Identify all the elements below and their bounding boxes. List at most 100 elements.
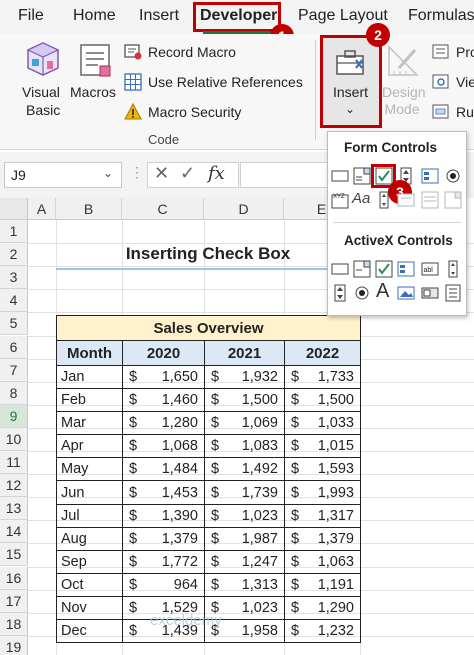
run-dialog-button[interactable]: Ru xyxy=(432,102,474,124)
activex-option-button-icon[interactable] xyxy=(353,284,371,302)
row-header-17[interactable]: 17 xyxy=(0,589,28,613)
row-header-12[interactable]: 12 xyxy=(0,474,28,498)
month-cell[interactable]: Apr xyxy=(56,434,123,459)
tab-insert[interactable]: Insert xyxy=(139,7,179,25)
sales-value-cell[interactable]: 1,313 xyxy=(226,572,285,597)
month-cell[interactable]: May xyxy=(56,457,123,482)
row-header-1[interactable]: 1 xyxy=(0,220,28,244)
activex-label-icon[interactable]: A xyxy=(376,280,389,303)
row-header-19[interactable]: 19 xyxy=(0,635,28,655)
sales-value-cell[interactable]: 1,733 xyxy=(306,364,361,390)
combo-box-control-icon[interactable] xyxy=(353,167,371,185)
row-header-13[interactable]: 13 xyxy=(0,497,28,521)
month-cell[interactable]: Feb xyxy=(56,388,123,413)
sales-value-cell[interactable]: 1,379 xyxy=(144,526,205,551)
month-cell[interactable]: Dec xyxy=(56,619,123,644)
row-header-16[interactable]: 16 xyxy=(0,566,28,590)
activex-check-box-icon[interactable] xyxy=(375,260,393,278)
row-header-18[interactable]: 18 xyxy=(0,612,28,636)
row-header-9[interactable]: 9 xyxy=(0,404,28,428)
activex-toggle-button-icon[interactable] xyxy=(421,284,439,302)
sales-value-cell[interactable]: 1,023 xyxy=(226,595,285,621)
more-controls-icon[interactable] xyxy=(444,284,462,302)
row-header-3[interactable]: 3 xyxy=(0,266,28,290)
month-cell[interactable]: Jun xyxy=(56,480,123,505)
sales-value-cell[interactable]: 1,023 xyxy=(226,503,285,528)
month-cell[interactable]: Aug xyxy=(56,526,123,551)
sales-value-cell[interactable]: 1,191 xyxy=(306,572,361,597)
label-control-icon[interactable]: Aa xyxy=(352,190,370,207)
row-header-14[interactable]: 14 xyxy=(0,520,28,544)
select-all-corner[interactable] xyxy=(0,198,28,220)
row-header-11[interactable]: 11 xyxy=(0,451,28,475)
row-header-4[interactable]: 4 xyxy=(0,289,28,313)
sales-value-cell[interactable]: 1,453 xyxy=(144,480,205,505)
row-header-15[interactable]: 15 xyxy=(0,543,28,567)
visual-basic-button[interactable]: Visual Basic xyxy=(20,40,64,120)
sales-value-cell[interactable]: 964 xyxy=(144,572,205,597)
cancel-icon[interactable]: ✕ xyxy=(154,163,169,184)
sales-value-cell[interactable]: 1,650 xyxy=(144,364,205,390)
activex-list-box-icon[interactable] xyxy=(397,260,415,278)
name-box-chevron-icon[interactable]: ⌄ xyxy=(103,166,113,180)
list-box-control-icon[interactable] xyxy=(421,167,439,185)
button-control-icon[interactable] xyxy=(331,167,349,185)
sales-value-cell[interactable]: 1,280 xyxy=(144,411,205,436)
sales-value-cell[interactable]: 1,492 xyxy=(226,457,285,482)
sales-value-cell[interactable]: 1,068 xyxy=(144,434,205,459)
row-header-8[interactable]: 8 xyxy=(0,381,28,405)
month-cell[interactable]: Oct xyxy=(56,572,123,597)
month-cell[interactable]: Nov xyxy=(56,595,123,621)
use-relative-references-button[interactable]: Use Relative References xyxy=(124,72,314,94)
sales-value-cell[interactable]: 1,500 xyxy=(226,388,285,413)
macro-security-button[interactable]: Macro Security xyxy=(124,102,264,124)
tab-formulas[interactable]: Formulas xyxy=(408,7,474,25)
tab-home[interactable]: Home xyxy=(73,7,116,25)
sales-value-cell[interactable]: 1,015 xyxy=(306,434,361,459)
activex-button-icon[interactable] xyxy=(331,260,349,278)
column-header-c[interactable]: C xyxy=(122,198,204,220)
sales-value-cell[interactable]: 1,232 xyxy=(306,619,361,644)
sales-value-cell[interactable]: 1,033 xyxy=(306,411,361,436)
sales-value-cell[interactable]: 1,593 xyxy=(306,457,361,482)
activex-scroll-bar-icon[interactable] xyxy=(444,260,462,278)
row-header-2[interactable]: 2 xyxy=(0,243,28,267)
sales-value-cell[interactable]: 1,247 xyxy=(226,549,285,574)
sales-value-cell[interactable]: 1,379 xyxy=(306,526,361,551)
insert-function-icon[interactable]: fx xyxy=(208,163,225,184)
sales-value-cell[interactable]: 1,772 xyxy=(144,549,205,574)
month-cell[interactable]: Sep xyxy=(56,549,123,574)
record-macro-button[interactable]: Record Macro xyxy=(124,42,304,64)
column-header-b[interactable]: B xyxy=(56,198,122,220)
sales-value-cell[interactable]: 1,500 xyxy=(306,388,361,413)
sales-value-cell[interactable]: 1,460 xyxy=(144,388,205,413)
column-header-d[interactable]: D xyxy=(204,198,284,220)
activex-spin-button-icon[interactable] xyxy=(331,284,349,302)
properties-button[interactable]: Pro xyxy=(432,42,474,64)
month-cell[interactable]: Mar xyxy=(56,411,123,436)
sales-value-cell[interactable]: 1,739 xyxy=(226,480,285,505)
enter-icon[interactable]: ✓ xyxy=(180,163,195,184)
activex-text-box-icon[interactable]: abl xyxy=(421,260,439,278)
tab-file[interactable]: File xyxy=(18,7,44,25)
sales-value-cell[interactable]: 1,290 xyxy=(306,595,361,621)
macros-button[interactable]: Macros xyxy=(70,40,122,110)
formula-input[interactable] xyxy=(240,162,330,188)
tab-developer[interactable]: Developer xyxy=(200,7,277,25)
month-cell[interactable]: Jan xyxy=(56,364,123,390)
row-header-10[interactable]: 10 xyxy=(0,427,28,451)
sales-value-cell[interactable]: 1,317 xyxy=(306,503,361,528)
row-header-5[interactable]: 5 xyxy=(0,312,28,336)
sales-value-cell[interactable]: 1,958 xyxy=(226,619,285,644)
option-button-control-icon[interactable] xyxy=(444,167,462,185)
activex-image-icon[interactable] xyxy=(397,284,415,302)
group-box-control-icon[interactable]: XYZ xyxy=(331,191,349,209)
scroll-bar-control-icon[interactable] xyxy=(375,191,393,209)
sales-value-cell[interactable]: 1,987 xyxy=(226,526,285,551)
row-header-6[interactable]: 6 xyxy=(0,335,28,359)
activex-combo-box-icon[interactable] xyxy=(353,260,371,278)
design-mode-button[interactable]: Design Mode xyxy=(382,84,426,118)
column-header-a[interactable]: A xyxy=(28,198,56,220)
sales-value-cell[interactable]: 1,069 xyxy=(226,411,285,436)
sales-value-cell[interactable]: 1,063 xyxy=(306,549,361,574)
